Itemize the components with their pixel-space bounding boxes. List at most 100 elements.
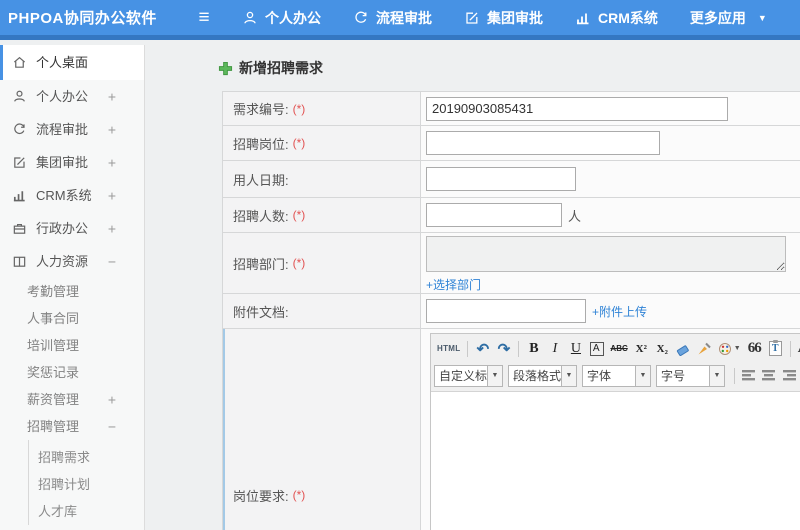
sidebar-item-hr-contract[interactable]: 人事合同 bbox=[0, 305, 144, 332]
form-row-post-requirements: 岗位要求: (*) HTML ↶ ↷ B I U A ABC X² X₂ ▼ 6… bbox=[223, 329, 800, 530]
caret-down-icon: ▼ bbox=[757, 12, 767, 23]
font-family-select[interactable]: 字体 ▼ bbox=[582, 364, 651, 387]
paragraph-format-select[interactable]: 段落格式 ▼ bbox=[508, 364, 577, 387]
undo-icon[interactable]: ↶ bbox=[473, 339, 492, 359]
form-row-recruit-post: 招聘岗位: (*) bbox=[223, 126, 800, 161]
app-title: PHPOA协同办公软件 bbox=[8, 10, 157, 27]
page-title: 新增招聘需求 bbox=[218, 58, 800, 78]
expand-toggle[interactable]: + bbox=[108, 113, 116, 146]
user-icon bbox=[12, 89, 27, 104]
sidebar-item-salary[interactable]: 薪资管理 + bbox=[0, 386, 144, 413]
nav-crm-system[interactable]: CRM系统 bbox=[575, 8, 658, 28]
field-label: 招聘人数: bbox=[233, 208, 289, 224]
attachment-input[interactable] bbox=[426, 299, 586, 323]
caret-down-icon: ▼ bbox=[709, 365, 724, 386]
user-icon bbox=[242, 10, 258, 26]
toolbar-separator bbox=[467, 340, 469, 357]
font-style-button[interactable]: A bbox=[587, 339, 606, 359]
sidebar-item-recruit-demand[interactable]: 招聘需求 bbox=[29, 444, 144, 471]
bar-chart-icon bbox=[12, 188, 27, 203]
sidebar-item-training[interactable]: 培训管理 bbox=[0, 332, 144, 359]
attachment-upload-link[interactable]: +附件上传 bbox=[592, 303, 647, 320]
edit-icon bbox=[464, 10, 480, 26]
field-label: 用人日期: bbox=[233, 172, 289, 188]
collapse-toggle[interactable]: − bbox=[108, 413, 116, 440]
paste-as-text-icon[interactable]: T bbox=[766, 339, 785, 359]
recruit-department-textarea[interactable] bbox=[426, 236, 786, 272]
strikethrough-button[interactable]: ABC bbox=[608, 339, 629, 359]
form-row-demand-number: 需求编号: (*) bbox=[223, 92, 800, 126]
font-size-select[interactable]: 字号 ▼ bbox=[656, 364, 725, 387]
expand-toggle[interactable]: + bbox=[108, 386, 116, 413]
sidebar-item-recruit-management[interactable]: 招聘管理 − bbox=[0, 413, 144, 440]
expand-toggle[interactable]: + bbox=[108, 146, 116, 179]
nav-personal-office[interactable]: 个人办公 bbox=[242, 8, 321, 28]
recruit-count-input[interactable] bbox=[426, 203, 562, 227]
main-content: 新增招聘需求 需求编号: (*) 招聘岗位: (*) 用人日期: bbox=[146, 45, 800, 530]
expand-toggle[interactable]: + bbox=[108, 212, 116, 245]
expand-toggle[interactable]: + bbox=[108, 179, 116, 212]
align-left-icon[interactable] bbox=[741, 369, 757, 383]
briefcase-icon bbox=[12, 221, 27, 236]
required-mark: (*) bbox=[292, 136, 306, 150]
collapse-toggle[interactable]: − bbox=[108, 245, 116, 278]
field-label: 需求编号: bbox=[233, 102, 289, 117]
sidebar-item-crm-system[interactable]: CRM系统 + bbox=[0, 179, 144, 212]
eraser-icon[interactable] bbox=[674, 339, 693, 359]
required-mark: (*) bbox=[292, 256, 306, 270]
recruit-submenu: 招聘需求 招聘计划 人才库 bbox=[28, 440, 144, 525]
html-source-button[interactable]: HTML bbox=[435, 339, 462, 359]
expand-toggle[interactable]: + bbox=[108, 80, 116, 113]
editor-toolbar: HTML ↶ ↷ B I U A ABC X² X₂ ▼ 66 T 自定义标 ▼… bbox=[431, 334, 800, 392]
field-label: 附件文档: bbox=[233, 304, 289, 320]
sidebar-item-group-approval[interactable]: 集团审批 + bbox=[0, 146, 144, 179]
nav-workflow-approval[interactable]: 流程审批 bbox=[353, 8, 432, 28]
sidebar-item-human-resources[interactable]: 人力资源 − bbox=[0, 245, 144, 278]
editor-content-area[interactable] bbox=[431, 392, 800, 530]
rich-text-editor: HTML ↶ ↷ B I U A ABC X² X₂ ▼ 66 T 自定义标 ▼… bbox=[430, 333, 800, 530]
recruit-post-input[interactable] bbox=[426, 131, 660, 155]
sidebar-item-talent-pool[interactable]: 人才库 bbox=[29, 498, 144, 525]
sidebar-item-personal-office[interactable]: 个人办公 + bbox=[0, 80, 144, 113]
toolbar-separator bbox=[734, 367, 735, 384]
toolbar-separator bbox=[518, 340, 520, 357]
field-label: 招聘岗位: bbox=[233, 136, 289, 152]
sidebar-item-admin-office[interactable]: 行政办公 + bbox=[0, 212, 144, 245]
sidebar-item-attendance[interactable]: 考勤管理 bbox=[0, 278, 144, 305]
format-brush-icon[interactable] bbox=[695, 339, 714, 359]
bar-chart-icon bbox=[575, 10, 591, 26]
required-mark: (*) bbox=[292, 488, 306, 502]
sidebar-item-recruit-plan[interactable]: 招聘计划 bbox=[29, 471, 144, 498]
form-row-recruit-count: 招聘人数: (*) 人 bbox=[223, 198, 800, 233]
edit-icon bbox=[12, 155, 27, 170]
underline-button[interactable]: U bbox=[566, 339, 585, 359]
add-icon bbox=[218, 61, 233, 75]
superscript-button[interactable]: X² bbox=[632, 339, 651, 359]
required-mark: (*) bbox=[292, 101, 306, 116]
blockquote-button[interactable]: 66 bbox=[745, 339, 764, 359]
sidebar-item-personal-desktop[interactable]: 个人桌面 bbox=[0, 45, 144, 80]
heading-select[interactable]: 自定义标题 ▼ bbox=[434, 364, 503, 387]
recruit-demand-form: 需求编号: (*) 招聘岗位: (*) 用人日期: bbox=[222, 91, 800, 530]
nav-more-apps[interactable]: 更多应用 ▼ bbox=[690, 8, 767, 28]
unit-suffix: 人 bbox=[568, 208, 582, 224]
workflow-icon bbox=[12, 122, 27, 137]
form-row-attachment: 附件文档: +附件上传 bbox=[223, 294, 800, 329]
hire-date-input[interactable] bbox=[426, 167, 576, 191]
redo-icon[interactable]: ↷ bbox=[494, 339, 513, 359]
italic-button[interactable]: I bbox=[545, 339, 564, 359]
nav-group-approval[interactable]: 集团审批 bbox=[464, 8, 543, 28]
align-center-icon[interactable] bbox=[761, 369, 777, 383]
select-department-link[interactable]: +选择部门 bbox=[426, 276, 786, 293]
bold-button[interactable]: B bbox=[524, 339, 543, 359]
demand-number-input[interactable] bbox=[426, 96, 728, 121]
home-icon bbox=[12, 55, 27, 70]
top-header: PHPOA协同办公软件 ≡ 个人办公 流程审批 集团审批 CRM系统 更多应用 … bbox=[0, 0, 800, 40]
color-palette-icon[interactable]: ▼ bbox=[716, 339, 743, 359]
align-right-icon[interactable] bbox=[781, 369, 797, 383]
sidebar-item-workflow-approval[interactable]: 流程审批 + bbox=[0, 113, 144, 146]
subscript-button[interactable]: X₂ bbox=[653, 339, 672, 359]
sidebar-item-reward-punishment[interactable]: 奖惩记录 bbox=[0, 359, 144, 386]
font-color-button[interactable]: A ▼ bbox=[796, 339, 800, 359]
hamburger-menu-icon[interactable]: ≡ bbox=[192, 0, 216, 38]
